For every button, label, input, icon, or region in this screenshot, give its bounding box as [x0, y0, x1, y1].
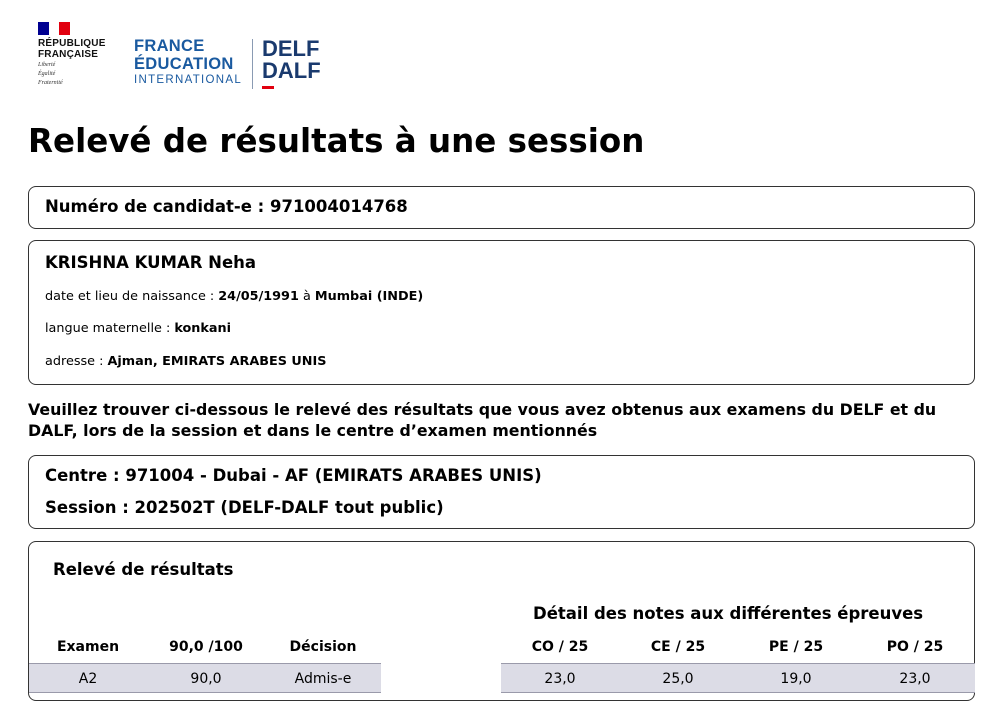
republique-francaise-logo: RÉPUBLIQUE FRANÇAISE Liberté Égalité Fra… [38, 22, 118, 87]
candidate-number: Numéro de candidat-e : 971004014768 [45, 197, 408, 216]
delf-red-bar [262, 86, 274, 89]
cell-score: 90,0 [190, 671, 222, 687]
header-logos: RÉPUBLIQUE FRANÇAISE Liberté Égalité Fra… [38, 22, 338, 92]
fei-line2: ÉDUCATION [134, 55, 234, 73]
cell-decision: Admis-e [294, 671, 352, 687]
header-decision: Décision [289, 639, 357, 655]
results-title: Relevé de résultats [53, 560, 234, 579]
cell-co: 23,0 [544, 671, 576, 687]
candidate-identity-box: KRISHNA KUMAR Neha date et lieu de naiss… [28, 240, 975, 385]
candidate-number-box: Numéro de candidat-e : 971004014768 [28, 186, 975, 229]
intro-text: Veuillez trouver ci-dessous le relevé de… [28, 400, 937, 440]
cell-po: 23,0 [899, 671, 931, 687]
fei-line3: INTERNATIONAL [134, 74, 243, 86]
detail-title: Détail des notes aux différentes épreuve… [533, 604, 924, 623]
republique-line1: RÉPUBLIQUE [38, 38, 106, 49]
birth-date: 24/05/1991 [218, 289, 299, 304]
session-line: Session : 202502T (DELF-DALF tout public… [45, 498, 444, 517]
header-co: CO / 25 [531, 639, 589, 655]
centre-session-box: Centre : 971004 - Dubai - AF (EMIRATS AR… [28, 455, 975, 529]
motto-liberte: Liberté [38, 62, 56, 68]
birth-row: date et lieu de naissance : 24/05/1991 à… [45, 289, 423, 304]
birth-place: Mumbai (INDE) [314, 289, 424, 304]
birth-separator: à [302, 289, 311, 304]
language-value: konkani [174, 321, 232, 336]
dalf-text: DALF [262, 58, 321, 83]
results-box: Relevé de résultats Détail des notes aux… [28, 541, 975, 701]
logo-divider [252, 39, 253, 89]
france-education-international-logo: FRANCE ÉDUCATION INTERNATIONAL [134, 37, 249, 87]
header-po: PO / 25 [886, 639, 944, 655]
address-value: Ajman, EMIRATS ARABES UNIS [107, 354, 327, 369]
fei-line1: FRANCE [134, 37, 205, 55]
header-ce: CE / 25 [650, 639, 706, 655]
header-score: 90,0 /100 [169, 639, 243, 655]
cell-ce: 25,0 [662, 671, 694, 687]
motto-fraternite: Fraternité [38, 80, 63, 86]
republique-line2: FRANÇAISE [38, 49, 99, 60]
page-title: Relevé de résultats à une session [28, 122, 645, 160]
centre-line: Centre : 971004 - Dubai - AF (EMIRATS AR… [45, 466, 542, 485]
birth-label: date et lieu de naissance : [45, 289, 215, 304]
header-pe: PE / 25 [768, 639, 824, 655]
address-label: adresse : [45, 354, 104, 369]
language-label: langue maternelle : [45, 321, 171, 336]
french-flag-icon [38, 22, 71, 35]
address-row: adresse : Ajman, EMIRATS ARABES UNIS [45, 354, 326, 369]
delf-text: DELF [262, 36, 320, 61]
candidate-name: KRISHNA KUMAR Neha [45, 253, 257, 272]
delf-dalf-logo: DELF DALF [262, 38, 321, 82]
cell-pe: 19,0 [780, 671, 812, 687]
cell-examen: A2 [78, 671, 98, 687]
language-row: langue maternelle : konkani [45, 321, 231, 336]
motto-egalite: Égalité [38, 71, 56, 77]
header-examen: Examen [56, 639, 120, 655]
